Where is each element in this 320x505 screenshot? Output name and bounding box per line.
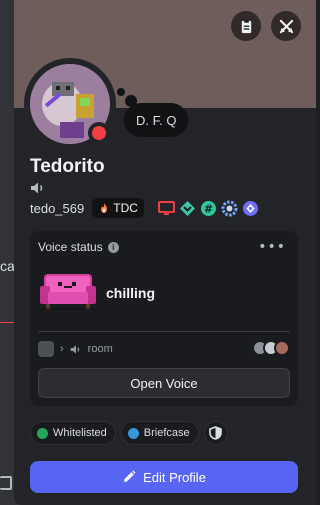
quest-badge-icon[interactable] bbox=[242, 200, 259, 217]
voice-channel-row[interactable]: › room bbox=[38, 339, 290, 359]
custom-status-text: D. F. Q bbox=[136, 112, 177, 128]
status-bubble-tail-small bbox=[117, 88, 125, 96]
popout-collapse-button[interactable] bbox=[271, 11, 301, 41]
username: tedo_569 bbox=[30, 200, 85, 216]
more-options-icon[interactable]: ••• bbox=[258, 239, 286, 255]
notes-button[interactable] bbox=[231, 11, 261, 41]
couch-activity-icon bbox=[40, 274, 96, 310]
hypesquad-badge-icon[interactable] bbox=[179, 200, 196, 217]
role-label: Whitelisted bbox=[53, 427, 107, 439]
edit-profile-button[interactable]: Edit Profile bbox=[30, 461, 298, 493]
role-pill[interactable]: Briefcase bbox=[120, 421, 199, 445]
swords-icon bbox=[279, 19, 293, 33]
badge-list: # bbox=[157, 200, 259, 217]
custom-status-bubble[interactable]: D. F. Q bbox=[124, 103, 189, 137]
calendar-icon bbox=[0, 476, 12, 490]
guild-tag[interactable]: TDC bbox=[92, 198, 144, 218]
voice-status-card: Voice status i ••• chilling › room Open … bbox=[30, 231, 298, 406]
shield-icon bbox=[209, 426, 222, 440]
username-row: tedo_569 TDC # bbox=[30, 198, 259, 218]
role-label: Briefcase bbox=[143, 427, 190, 439]
member-avatar[interactable] bbox=[274, 340, 290, 356]
voice-status-divider bbox=[38, 331, 290, 332]
monitor-badge-icon[interactable] bbox=[157, 200, 175, 217]
server-icon bbox=[38, 341, 54, 357]
role-list: Whitelisted Briefcase bbox=[30, 421, 228, 445]
hashtag-badge-icon[interactable]: # bbox=[200, 200, 217, 217]
background-partial-text: ca bbox=[0, 258, 15, 274]
chevron-right-icon: › bbox=[60, 343, 64, 355]
open-voice-button[interactable]: Open Voice bbox=[38, 368, 290, 398]
info-icon[interactable]: i bbox=[107, 241, 119, 253]
speaker-icon bbox=[70, 344, 79, 354]
svg-text:#: # bbox=[204, 202, 213, 215]
voice-status-header: Voice status i bbox=[38, 240, 119, 254]
voice-channel-name: room bbox=[87, 343, 113, 355]
presence-dnd-icon bbox=[92, 126, 106, 140]
fire-icon bbox=[101, 203, 108, 213]
activity-label: chilling bbox=[106, 285, 155, 301]
clipboard-icon bbox=[241, 19, 251, 33]
edit-profile-label: Edit Profile bbox=[143, 469, 206, 485]
pencil-icon bbox=[124, 470, 136, 482]
display-name: Tedorito bbox=[30, 156, 105, 177]
voice-status-title: Voice status bbox=[38, 240, 103, 254]
role-color-dot bbox=[37, 427, 48, 439]
gear-badge-icon[interactable] bbox=[221, 200, 238, 217]
speaker-icon bbox=[31, 182, 43, 194]
voice-members bbox=[252, 340, 290, 356]
add-role-button[interactable] bbox=[203, 421, 228, 445]
guild-tag-label: TDC bbox=[113, 201, 138, 215]
profile-popout: D. F. Q Tedorito tedo_569 TDC # Voice st… bbox=[14, 0, 316, 505]
role-pill[interactable]: Whitelisted bbox=[30, 421, 116, 445]
role-color-dot bbox=[127, 427, 139, 439]
